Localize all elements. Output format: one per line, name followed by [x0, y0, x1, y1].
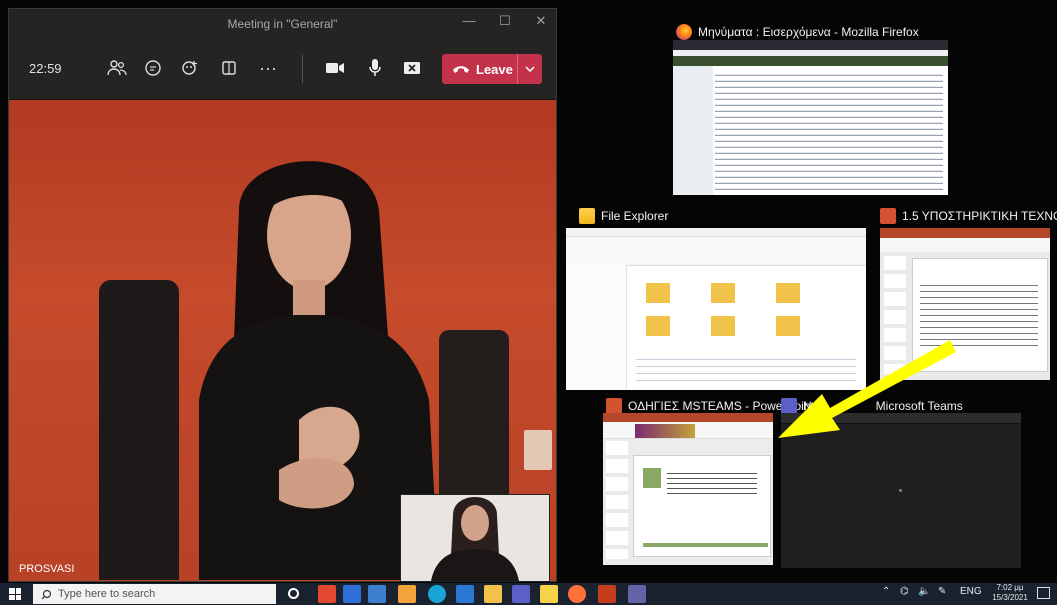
teams-taskbar-icon[interactable] [628, 585, 646, 603]
search-placeholder: Type here to search [58, 588, 156, 600]
camera-icon[interactable] [322, 55, 348, 81]
meeting-timer: 22:59 [29, 61, 62, 76]
minimize-icon[interactable]: — [458, 13, 480, 29]
taskbar-app-icon[interactable] [398, 585, 416, 603]
clock-area[interactable]: 7:02 μμ 15/3/2021 [992, 583, 1028, 603]
meeting-toolbar: 22:59 ··· Leave [9, 39, 556, 100]
firefox-icon [676, 24, 692, 40]
yellow-arrow-annotation [778, 340, 956, 438]
volume-icon[interactable]: 🔈 [918, 586, 930, 597]
cortana-icon[interactable] [288, 588, 299, 599]
self-view-video[interactable] [400, 494, 550, 582]
powerpoint-taskbar-icon[interactable] [598, 585, 616, 603]
window-titlebar: Meeting in "General" — ☐ ✕ [9, 9, 556, 39]
language-indicator[interactable]: ENG [960, 586, 982, 597]
ppt-bottom-window-thumbnail[interactable] [603, 413, 773, 565]
microphone-icon[interactable] [362, 55, 388, 81]
chat-icon[interactable] [140, 55, 166, 81]
firefox-window-title: Μηνύματα : Εισερχόμενα - Mozilla Firefox [698, 25, 919, 39]
hangup-icon [452, 64, 470, 74]
network-icon[interactable]: ⌬ [900, 586, 909, 597]
firefox-window-thumbnail[interactable] [673, 40, 948, 195]
store-icon[interactable] [343, 585, 361, 603]
windows-start-icon[interactable] [9, 588, 21, 600]
leave-label: Leave [476, 61, 513, 77]
taskbar-search-box[interactable]: Type here to search [33, 584, 276, 604]
self-view-figure [401, 495, 549, 581]
leave-button[interactable]: Leave [442, 54, 542, 84]
pen-icon[interactable]: ✎ [938, 586, 946, 597]
more-actions-icon[interactable]: ··· [255, 55, 281, 81]
search-icon [41, 589, 52, 600]
close-icon[interactable]: ✕ [530, 13, 552, 29]
taskbar-app-icon[interactable] [456, 585, 474, 603]
firefox-window-header[interactable]: Μηνύματα : Εισερχόμενα - Mozilla Firefox [676, 24, 919, 40]
show-hidden-icons-icon[interactable]: ⌃ [882, 586, 890, 597]
windows-taskbar: Type here to search ⌃ ⌬ 🔈 ✎ ENG 7:02 μμ … [0, 583, 1057, 605]
task-view-desktop: Meeting in "General" — ☐ ✕ 22:59 ··· Lea… [0, 0, 1057, 583]
firefox-taskbar-icon[interactable] [568, 585, 586, 603]
taskbar-date: 15/3/2021 [992, 593, 1028, 602]
taskbar-app-icon[interactable] [318, 585, 336, 603]
window-controls: — ☐ ✕ [458, 13, 552, 29]
toolbar-divider [302, 55, 303, 83]
powerpoint-icon [606, 398, 622, 414]
presenter-name: PROSVASI [19, 563, 75, 575]
file-explorer-icon[interactable] [484, 585, 502, 603]
taskbar-app-icon[interactable] [540, 585, 558, 603]
taskbar-time: 7:02 μμ [996, 583, 1024, 592]
reactions-icon[interactable] [177, 55, 203, 81]
maximize-icon[interactable]: ☐ [494, 13, 516, 29]
ppt-top-window-title: 1.5 ΥΠΟΣΤΗΡΙΚΤΙΚΗ ΤΕΧΝΟΛΟΓ... [902, 209, 1057, 223]
explorer-window-header[interactable]: File Explorer [579, 208, 668, 224]
taskbar-app-icon[interactable] [368, 585, 386, 603]
share-screen-stop-icon[interactable] [399, 55, 425, 81]
chevron-down-icon[interactable] [517, 54, 542, 84]
wall-switch [524, 430, 552, 470]
ppt-top-window-header[interactable]: 1.5 ΥΠΟΣΤΗΡΙΚΤΙΚΗ ΤΕΧΝΟΛΟΓ... [880, 208, 1057, 224]
folder-icon [579, 208, 595, 224]
edge-icon[interactable] [428, 585, 446, 603]
powerpoint-icon [880, 208, 896, 224]
chair-shape [99, 280, 179, 580]
breakout-rooms-icon[interactable] [216, 55, 242, 81]
notifications-icon[interactable] [1037, 587, 1050, 599]
participants-icon[interactable] [104, 55, 130, 81]
explorer-window-title: File Explorer [601, 209, 669, 223]
teams-taskbar-icon[interactable] [512, 585, 530, 603]
